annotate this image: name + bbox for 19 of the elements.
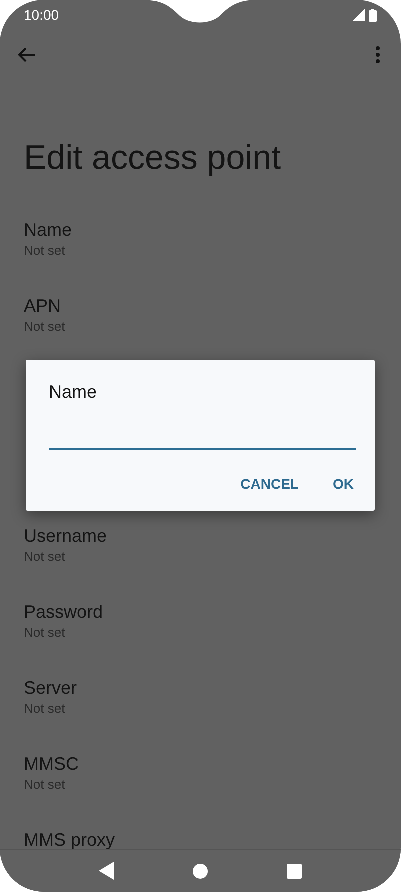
status-time: 10:00 <box>24 7 60 23</box>
dialog-title: Name <box>49 381 98 404</box>
setting-label[interactable]: Password <box>24 602 104 622</box>
home-icon[interactable] <box>193 864 208 878</box>
back-arrow-icon[interactable] <box>18 47 36 63</box>
dialog-button[interactable]: OK <box>323 470 364 498</box>
setting-label[interactable]: APN <box>24 296 62 316</box>
setting-label[interactable]: Username <box>24 526 108 546</box>
more-options-icon[interactable] <box>375 46 381 64</box>
recents-icon[interactable] <box>286 864 302 878</box>
setting-label[interactable]: MMS proxy <box>24 830 116 850</box>
setting-label[interactable]: Name <box>24 220 72 240</box>
setting-label[interactable]: MMSC <box>24 754 79 774</box>
setting-label[interactable]: Server <box>24 678 78 698</box>
battery-icon <box>369 8 377 22</box>
back-icon[interactable] <box>99 862 116 880</box>
page-title: Edit access point <box>23 138 282 179</box>
signal-icon <box>353 9 365 21</box>
dialog-button[interactable]: CANCEL <box>230 470 309 498</box>
